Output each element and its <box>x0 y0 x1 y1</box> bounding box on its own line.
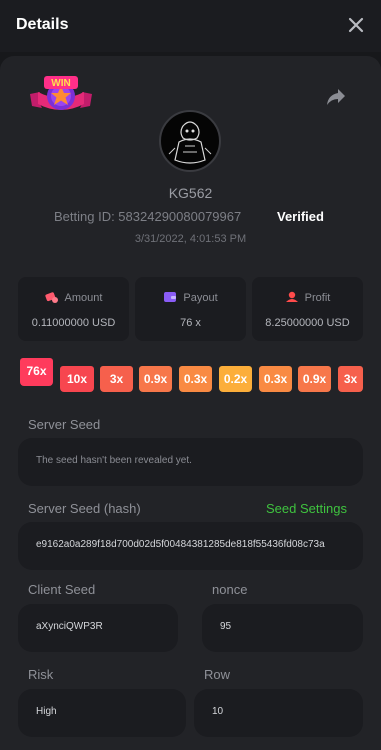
multiplier-chip: 0.3x <box>259 366 292 392</box>
bet-timestamp: 3/31/2022, 4:01:53 PM <box>134 233 247 245</box>
amount-value: 0.11000000 USD <box>31 317 116 329</box>
username: KG562 <box>168 185 213 201</box>
profit-card: Profit 8.25000000 USD <box>252 277 363 341</box>
risk-field[interactable]: High <box>18 689 186 737</box>
risk-label: Risk <box>28 667 54 682</box>
multiplier-chip: 3x <box>338 366 363 392</box>
multiplier-chip: 0.2x <box>219 366 252 392</box>
payout-label: Payout <box>183 292 218 304</box>
server-seed-field[interactable]: The seed hasn't been revealed yet. <box>18 438 363 486</box>
betting-id: Betting ID: 58324290080079967 <box>54 209 242 224</box>
client-seed-field[interactable]: aXynciQWP3R <box>18 604 178 652</box>
nonce-label: nonce <box>212 582 248 597</box>
multiplier-chip: 0.9x <box>139 366 172 392</box>
profit-icon <box>285 291 298 302</box>
multiplier-chip: 0.3x <box>179 366 212 392</box>
amount-label-row: Amount <box>18 291 129 304</box>
profit-label-row: Profit <box>252 291 363 304</box>
amount-card: Amount 0.11000000 USD <box>18 277 129 341</box>
close-icon[interactable] <box>347 16 365 34</box>
nonce-field[interactable]: 95 <box>202 604 363 652</box>
multiplier-chip: 10x <box>60 366 94 392</box>
profit-value: 8.25000000 USD <box>265 317 350 329</box>
multiplier-label: 3x <box>343 372 358 386</box>
profit-label: Profit <box>304 292 331 304</box>
payout-value: 76 x <box>180 317 201 329</box>
multiplier-label: 0.9x <box>143 372 168 386</box>
header-bar: Details <box>0 0 381 52</box>
multiplier-chip: 0.9x <box>298 366 331 392</box>
row-field[interactable]: 10 <box>194 689 363 737</box>
multiplier-row: 76x 10x 3x 0.9x 0.3x 0.2x 0.3x 0.9x 3x <box>20 356 381 392</box>
page-title: Details <box>16 16 69 33</box>
multiplier-label: 3x <box>109 372 124 386</box>
payout-card: Payout 76 x <box>135 277 246 341</box>
payout-label-row: Payout <box>135 291 246 304</box>
client-seed-label: Client Seed <box>28 582 96 597</box>
multiplier-chip: 76x <box>20 358 53 386</box>
amount-label: Amount <box>64 292 103 304</box>
multiplier-chip: 3x <box>100 366 133 392</box>
verified-badge: Verified <box>277 209 324 224</box>
money-icon <box>44 292 58 303</box>
multiplier-label: 0.3x <box>263 372 288 386</box>
server-seed-hash-label: Server Seed (hash) <box>28 501 141 516</box>
multiplier-label: 0.2x <box>223 372 248 386</box>
multiplier-label: 0.9x <box>302 372 327 386</box>
user-avatar <box>159 110 221 172</box>
multiplier-label: 0.3x <box>183 372 208 386</box>
wallet-icon <box>164 292 177 302</box>
share-arrow-icon[interactable] <box>326 88 346 106</box>
win-badge-icon: WIN <box>30 76 92 110</box>
row-label: Row <box>204 667 231 682</box>
multiplier-label: 76x <box>26 364 47 378</box>
server-seed-label: Server Seed <box>28 417 101 432</box>
avatar-illustration <box>168 121 212 164</box>
server-seed-hash-field[interactable]: e9162a0a289f18d700d02d5f00484381285de818… <box>18 522 363 570</box>
multiplier-label: 10x <box>66 372 88 386</box>
seed-settings-link[interactable]: Seed Settings <box>266 501 347 516</box>
win-badge-text: WIN <box>51 78 70 89</box>
